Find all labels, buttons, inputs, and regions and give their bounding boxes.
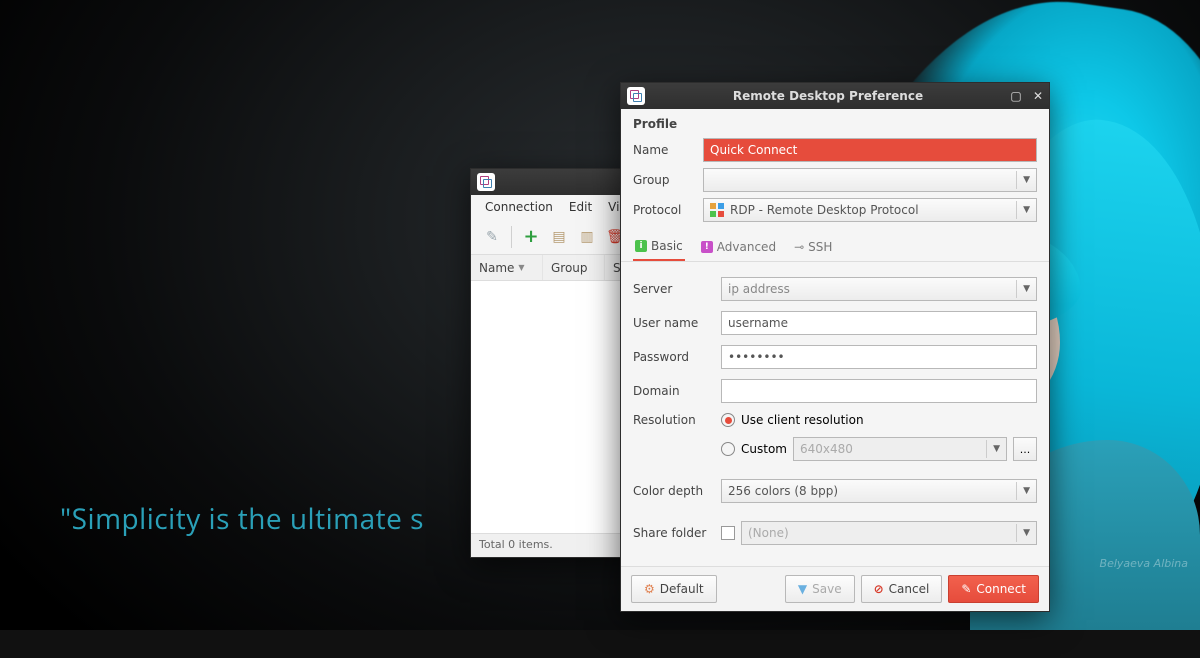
chevron-down-icon: ▼ (1016, 482, 1030, 500)
cancel-button[interactable]: ⊘Cancel (861, 575, 943, 603)
app-icon (627, 87, 645, 105)
sliders-icon: ⚙ (644, 582, 655, 596)
username-label: User name (633, 316, 711, 330)
app-icon (477, 173, 495, 191)
pref-titlebar[interactable]: Remote Desktop Preference ▢ ✕ (621, 83, 1049, 109)
group-label: Group (633, 173, 695, 187)
resolution-client-label: Use client resolution (741, 413, 864, 427)
connect-icon[interactable]: ✎ (479, 224, 505, 250)
maximize-button[interactable]: ▢ (1005, 86, 1027, 106)
domain-label: Domain (633, 384, 711, 398)
protocol-label: Protocol (633, 203, 695, 217)
resolution-label: Resolution (633, 413, 711, 427)
save-icon: ▼ (798, 582, 807, 596)
dialog-buttonbar: ⚙Default ▼Save ⊘Cancel ✎Connect (621, 566, 1049, 611)
tab-basic-content: Server ip address▼ User name Password Do… (621, 262, 1049, 566)
chevron-down-icon: ▼ (1016, 280, 1030, 298)
info-icon: i (635, 240, 647, 252)
colordepth-dropdown[interactable]: 256 colors (8 bpp)▼ (721, 479, 1037, 503)
server-combo[interactable]: ip address▼ (721, 277, 1037, 301)
connect-button[interactable]: ✎Connect (948, 575, 1039, 603)
save-button[interactable]: ▼Save (785, 575, 855, 603)
resolution-custom-dropdown[interactable]: 640x480▼ (793, 437, 1007, 461)
resolution-custom-label: Custom (741, 442, 787, 456)
sharefolder-label: Share folder (633, 526, 711, 540)
resolution-custom-radio[interactable] (721, 442, 735, 456)
sharefolder-checkbox[interactable] (721, 526, 735, 540)
connect-icon: ✎ (961, 582, 971, 596)
name-input[interactable] (703, 138, 1037, 162)
wallpaper-credit: Belyaeva Albina (1100, 557, 1188, 570)
chevron-down-icon: ▼ (1016, 524, 1030, 542)
resolution-client-radio[interactable] (721, 413, 735, 427)
close-button[interactable]: ✕ (1027, 86, 1049, 106)
tab-advanced[interactable]: !Advanced (699, 235, 778, 261)
cancel-icon: ⊘ (874, 582, 884, 596)
tab-basic[interactable]: iBasic (633, 235, 685, 261)
pref-tabs: iBasic !Advanced ⊸SSH (621, 229, 1049, 262)
col-name[interactable]: Name▼ (471, 255, 543, 280)
menu-edit[interactable]: Edit (561, 197, 600, 217)
group-combo[interactable]: ▼ (703, 168, 1037, 192)
copy-icon[interactable]: ▤ (546, 224, 572, 250)
protocol-dropdown[interactable]: RDP - Remote Desktop Protocol▼ (703, 198, 1037, 222)
chevron-down-icon: ▼ (1016, 171, 1030, 189)
menu-connection[interactable]: Connection (477, 197, 561, 217)
chevron-down-icon: ▼ (1016, 201, 1030, 219)
profile-section-label: Profile (621, 109, 1049, 135)
username-input[interactable] (721, 311, 1037, 335)
rdp-icon (710, 203, 724, 217)
domain-input[interactable] (721, 379, 1037, 403)
password-input[interactable] (721, 345, 1037, 369)
server-label: Server (633, 282, 711, 296)
add-icon[interactable]: + (518, 224, 544, 250)
tab-ssh[interactable]: ⊸SSH (792, 235, 834, 261)
name-label: Name (633, 143, 695, 157)
password-label: Password (633, 350, 711, 364)
colordepth-label: Color depth (633, 484, 711, 498)
col-group[interactable]: Group (543, 255, 605, 280)
wallpaper-quote: "Simplicity is the ultimate s (60, 500, 424, 538)
info-icon: ! (701, 241, 713, 253)
key-icon: ⊸ (794, 240, 804, 254)
sharefolder-dropdown[interactable]: (None)▼ (741, 521, 1037, 545)
resolution-browse-button[interactable]: ... (1013, 437, 1037, 461)
chevron-down-icon: ▼ (986, 440, 1000, 458)
default-button[interactable]: ⚙Default (631, 575, 717, 603)
pref-title: Remote Desktop Preference (651, 89, 1005, 103)
preference-dialog: Remote Desktop Preference ▢ ✕ Profile Na… (620, 82, 1050, 612)
edit-icon[interactable]: ▥ (574, 224, 600, 250)
